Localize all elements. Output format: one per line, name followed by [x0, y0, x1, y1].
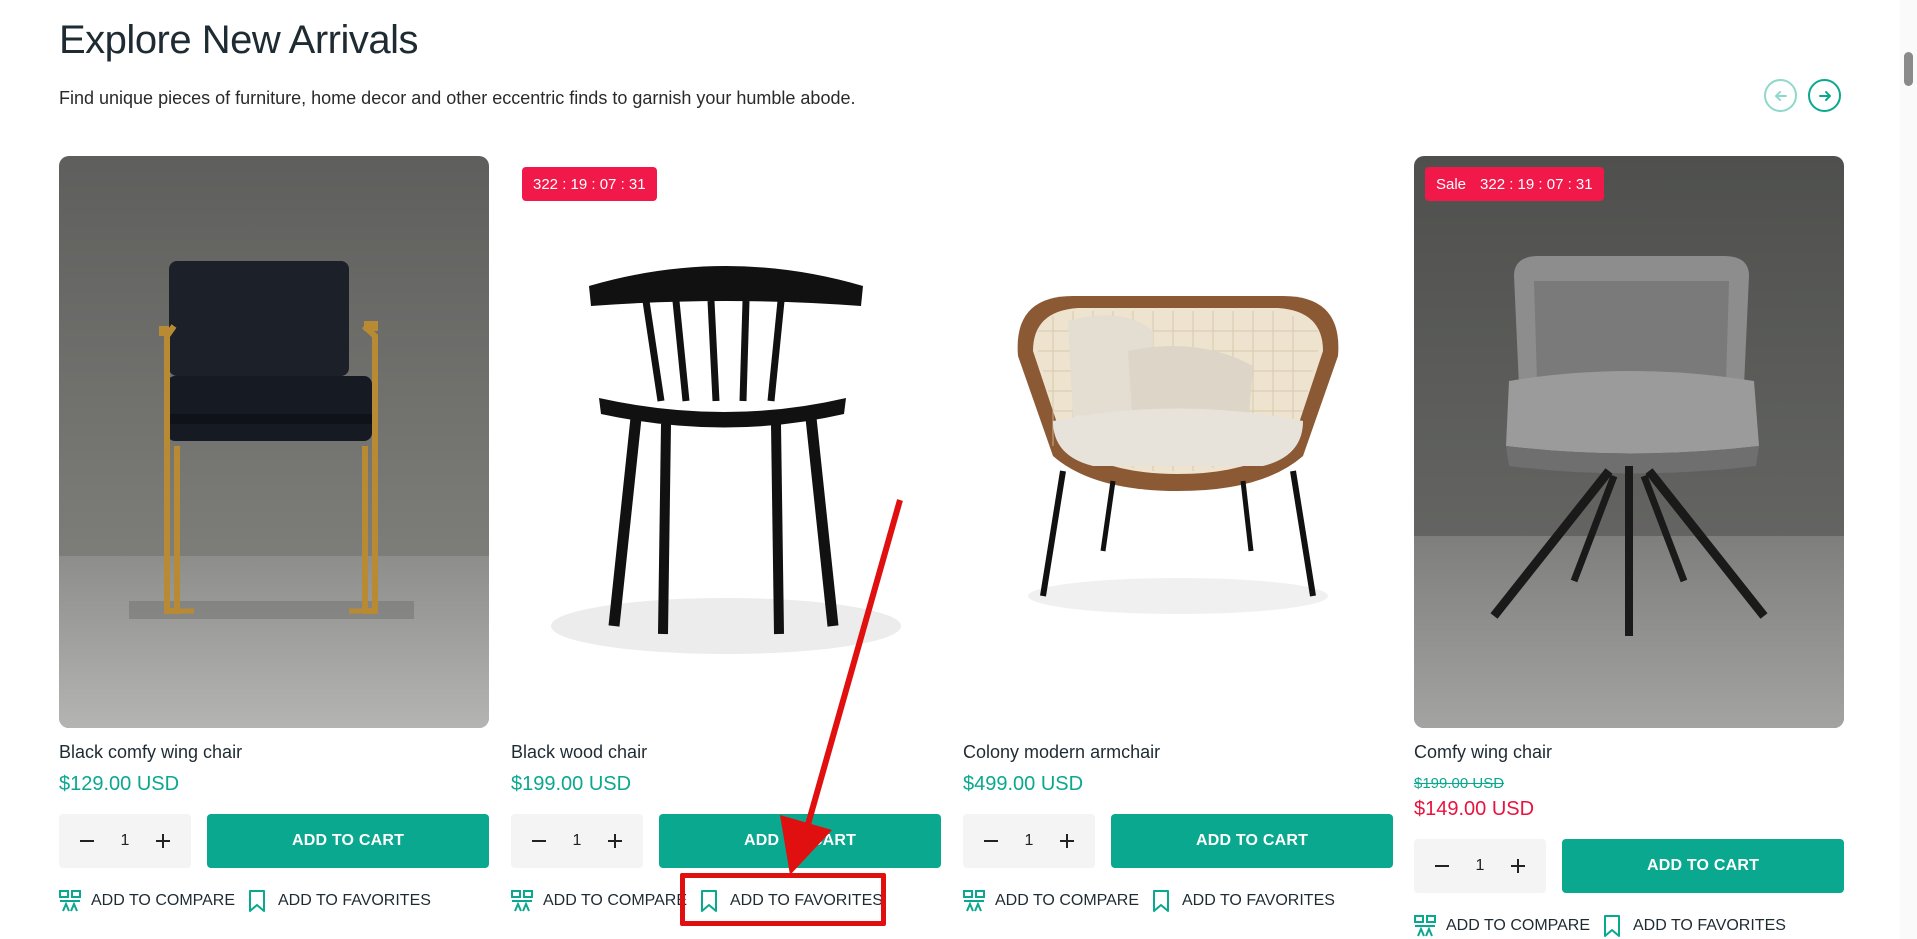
countdown-timer: 322 : 19 : 07 : 31 — [533, 175, 646, 193]
section-title: Explore New Arrivals — [59, 18, 419, 62]
quantity-increase-button[interactable] — [1051, 825, 1083, 857]
add-to-favorites-button[interactable]: ADD TO FAVORITES — [1601, 914, 1786, 938]
arrow-left-icon — [1774, 90, 1787, 101]
product-name[interactable]: Black wood chair — [511, 742, 647, 763]
add-to-cart-button[interactable]: ADD TO CART — [659, 814, 941, 868]
product-image[interactable]: 322 : 19 : 07 : 31 — [511, 156, 941, 728]
add-to-favorites-label: ADD TO FAVORITES — [1633, 917, 1786, 934]
compare-icon — [59, 890, 81, 912]
add-to-favorites-button[interactable]: ADD TO FAVORITES — [1150, 889, 1335, 913]
quantity-decrease-button[interactable] — [71, 825, 103, 857]
bookmark-icon — [249, 890, 265, 912]
add-to-cart-button[interactable]: ADD TO CART — [1562, 839, 1844, 893]
plus-icon — [1060, 834, 1074, 848]
add-to-favorites-button[interactable]: ADD TO FAVORITES — [246, 889, 431, 913]
countdown-timer: 322 : 19 : 07 : 31 — [1480, 175, 1593, 193]
plus-icon — [1511, 859, 1525, 873]
product-image[interactable]: Sale 322 : 19 : 07 : 31 — [1414, 156, 1844, 728]
quantity-value[interactable]: 1 — [1025, 832, 1034, 850]
add-to-favorites-label: ADD TO FAVORITES — [1182, 892, 1335, 909]
add-to-favorites-label: ADD TO FAVORITES — [278, 892, 431, 909]
product-old-price: $199.00 USD — [1414, 775, 1505, 792]
add-to-compare-button[interactable]: ADD TO COMPARE — [1414, 914, 1590, 938]
minus-icon — [532, 840, 546, 842]
add-to-compare-label: ADD TO COMPARE — [91, 892, 236, 909]
compare-icon — [963, 890, 985, 912]
section-subtitle: Find unique pieces of furniture, home de… — [59, 88, 856, 108]
bookmark-icon — [1604, 915, 1620, 937]
quantity-stepper: 1 — [59, 814, 191, 868]
bookmark-icon — [701, 890, 717, 912]
plus-icon — [608, 834, 622, 848]
minus-icon — [1435, 865, 1449, 867]
product-image[interactable] — [963, 156, 1393, 728]
black-wood-chair-image — [511, 156, 941, 728]
bookmark-icon — [1153, 890, 1169, 912]
minus-icon — [80, 840, 94, 842]
quantity-increase-button[interactable] — [147, 825, 179, 857]
product-card: Black comfy wing chair $129.00 USD 1 ADD… — [59, 156, 489, 912]
arrow-right-icon — [1818, 90, 1831, 101]
product-card: Sale 322 : 19 : 07 : 31 Comfy wing chair… — [1414, 156, 1844, 937]
quantity-increase-button[interactable] — [599, 825, 631, 857]
quantity-decrease-button[interactable] — [1426, 850, 1458, 882]
scrollbar-thumb[interactable] — [1904, 52, 1913, 86]
quantity-value[interactable]: 1 — [573, 832, 582, 850]
product-card: Colony modern armchair $499.00 USD 1 ADD… — [963, 156, 1393, 912]
page-scrollbar[interactable] — [1900, 0, 1917, 939]
product-name[interactable]: Black comfy wing chair — [59, 742, 242, 763]
product-name[interactable]: Comfy wing chair — [1414, 742, 1552, 763]
add-to-compare-label: ADD TO COMPARE — [1446, 917, 1591, 934]
product-sale-price: $149.00 USD — [1414, 798, 1535, 820]
carousel-prev-button[interactable] — [1764, 79, 1797, 112]
compare-icon — [1414, 915, 1436, 937]
quantity-value[interactable]: 1 — [1476, 857, 1485, 875]
quantity-stepper: 1 — [1414, 839, 1546, 893]
quantity-value[interactable]: 1 — [121, 832, 130, 850]
plus-icon — [156, 834, 170, 848]
product-price: $499.00 USD — [963, 773, 1084, 795]
sale-label: Sale — [1436, 175, 1467, 193]
add-to-compare-button[interactable]: ADD TO COMPARE — [963, 889, 1139, 913]
armchair-image — [963, 156, 1393, 728]
add-to-favorites-button[interactable]: ADD TO FAVORITES — [698, 889, 883, 913]
quantity-increase-button[interactable] — [1502, 850, 1534, 882]
carousel-next-button[interactable] — [1808, 79, 1841, 112]
add-to-favorites-label: ADD TO FAVORITES — [730, 892, 883, 909]
countdown-badge: 322 : 19 : 07 : 31 — [522, 167, 657, 201]
add-to-cart-button[interactable]: ADD TO CART — [207, 814, 489, 868]
add-to-compare-label: ADD TO COMPARE — [995, 892, 1140, 909]
product-name[interactable]: Colony modern armchair — [963, 742, 1160, 763]
add-to-cart-button[interactable]: ADD TO CART — [1111, 814, 1393, 868]
add-to-compare-button[interactable]: ADD TO COMPARE — [59, 889, 235, 913]
grey-fabric-chair-image — [1414, 156, 1844, 728]
quantity-decrease-button[interactable] — [523, 825, 555, 857]
product-image[interactable] — [59, 156, 489, 728]
quantity-stepper: 1 — [963, 814, 1095, 868]
quantity-decrease-button[interactable] — [975, 825, 1007, 857]
product-price: $129.00 USD — [59, 773, 180, 795]
minus-icon — [984, 840, 998, 842]
add-to-compare-label: ADD TO COMPARE — [543, 892, 688, 909]
product-price: $199.00 USD — [511, 773, 632, 795]
black-leather-chair-image — [59, 156, 489, 728]
sale-countdown-badge: Sale 322 : 19 : 07 : 31 — [1425, 167, 1604, 201]
quantity-stepper: 1 — [511, 814, 643, 868]
product-card: 322 : 19 : 07 : 31 Black wood chair $199… — [511, 156, 941, 912]
compare-icon — [511, 890, 533, 912]
add-to-compare-button[interactable]: ADD TO COMPARE — [511, 889, 687, 913]
